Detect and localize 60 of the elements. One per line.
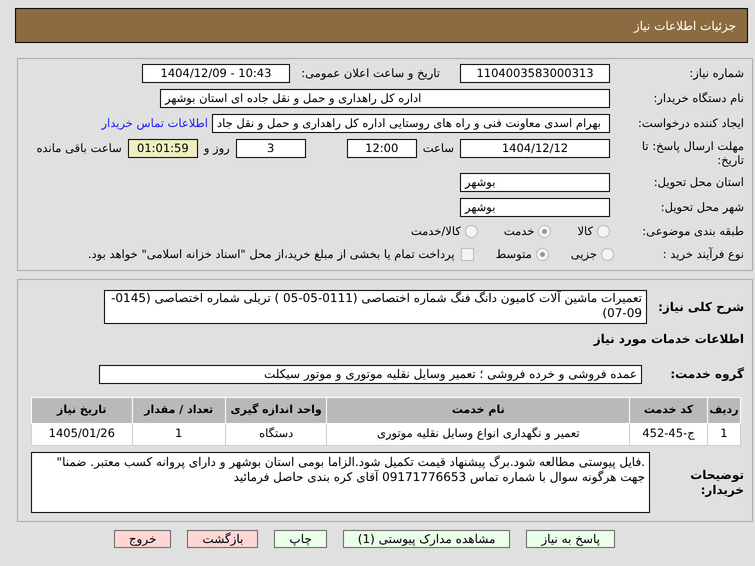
field-label: نوع فرآیند خرید : (662, 246, 744, 264)
radio-button[interactable] (538, 225, 552, 238)
field-label: شرح کلی نیاز: (657, 298, 744, 316)
field-label: شماره نیاز: (688, 64, 744, 82)
field-label: طبقه بندی موضوعی: (641, 223, 744, 240)
table-cell: ج-45-452 (630, 423, 708, 445)
checkbox-label: پرداخت تمام یا بخشی از مبلغ خرید،از محل "اسناد خزانه اسلامی" خواهد بود. (88, 246, 455, 264)
field-label: گروه خدمت: (669, 366, 744, 383)
table-cell: تعمیر و نگهداری انواع وسایل نقلیه موتوری (326, 423, 630, 445)
contact-link[interactable]: اطلاعات تماس خریدار (101, 114, 208, 132)
column-header: تعداد / مقدار (132, 397, 226, 423)
radio-button[interactable] (597, 225, 610, 238)
radio-label: کالا/خدمت (410, 223, 461, 240)
action-button[interactable]: خروج (114, 530, 172, 548)
action-button[interactable]: پاسخ به نیاز (526, 530, 615, 548)
table-cell: 1 (707, 423, 740, 445)
column-header: واحد اندازه گیری (225, 397, 327, 423)
action-button[interactable]: چاپ (274, 530, 327, 548)
field-label: ایجاد کننده درخواست: (637, 114, 744, 132)
radio-button[interactable] (464, 225, 478, 238)
province-field[interactable]: بوشهر (460, 173, 610, 192)
action-button[interactable]: مشاهده مدارک پیوستی (1) (342, 530, 510, 548)
section-heading: اطلاعات خدمات مورد نیاز (592, 330, 744, 348)
checkbox[interactable] (460, 248, 474, 262)
remaining-label: ساعت باقی مانده (36, 140, 122, 157)
table-cell: دستگاه (225, 423, 327, 445)
field-label: شهر محل تحویل: (660, 198, 744, 216)
need-number-field[interactable]: 1104003583000313 (460, 64, 610, 83)
radio-button[interactable] (536, 248, 549, 262)
remaining-time-field: 01:01:59 (128, 139, 198, 158)
field-label: مهلت ارسال پاسخ: تا تاریخ: (640, 139, 744, 167)
radio-button[interactable] (601, 248, 614, 262)
days-label: روز و (204, 140, 230, 157)
city-field[interactable]: بوشهر (460, 198, 610, 217)
page-header: جزئیات اطلاعات نیاز (15, 8, 748, 43)
requester-field[interactable]: بهرام اسدی معاونت فنی و راه های روستایی اداره کل راهداری و حمل و نقل جاد (212, 114, 610, 133)
deadline-date-field[interactable]: 1404/12/12 (460, 139, 610, 158)
table-cell: 1405/01/26 (32, 423, 132, 445)
field-label: نام دستگاه خریدار: (652, 90, 744, 107)
time-label: ساعت (422, 140, 454, 157)
announce-date-field[interactable]: 1404/12/09 - 10:43 (142, 64, 290, 83)
radio-label: جزیی (570, 246, 597, 264)
service-group-field[interactable]: عمده فروشی و خرده فروشی ؛ تعمیر وسایل نقلیه موتوری و موتور سیکلت (99, 364, 642, 384)
column-header: کد خدمت (630, 397, 708, 423)
radio-label: خدمت (504, 223, 534, 240)
field-label: تاریخ و ساعت اعلان عمومی: (300, 64, 440, 82)
deadline-time-field[interactable]: 12:00 (346, 139, 417, 158)
radio-label: کالا (577, 223, 593, 240)
radio-label: متوسط (496, 246, 532, 264)
buyer-notes-field[interactable]: .فایل پیوستی مطالعه شود.برگ پیشنهاد قیمت تکمیل شود.الزاما بومی استان بوشهر و دارای پروانه کسب معتبر. ضمنا" جهت هرگونه سوال با شماره تماس 09171776653 آقای کره بندی حاصل فرمائید (31, 452, 650, 512)
days-field[interactable]: 3 (236, 139, 306, 158)
buyer-org-field[interactable]: اداره کل راهداری و حمل و نقل جاده ای استان بوشهر (160, 89, 610, 108)
field-label: توضیحات خریدار: (689, 468, 744, 498)
action-button[interactable]: بازگشت (187, 530, 258, 548)
column-header: تاریخ نیاز (32, 397, 132, 423)
table-cell: 1 (132, 423, 226, 445)
column-header: نام خدمت (326, 397, 630, 423)
field-label: استان محل تحویل: (652, 174, 744, 191)
description-field[interactable]: تعمیرات ماشین آلات کامیون دانگ فنگ شماره اختصاصی (0111-05-05 ) تریلی شماره اختصاصی (0145-09-07) (104, 290, 647, 324)
column-header: ردیف (707, 397, 740, 423)
